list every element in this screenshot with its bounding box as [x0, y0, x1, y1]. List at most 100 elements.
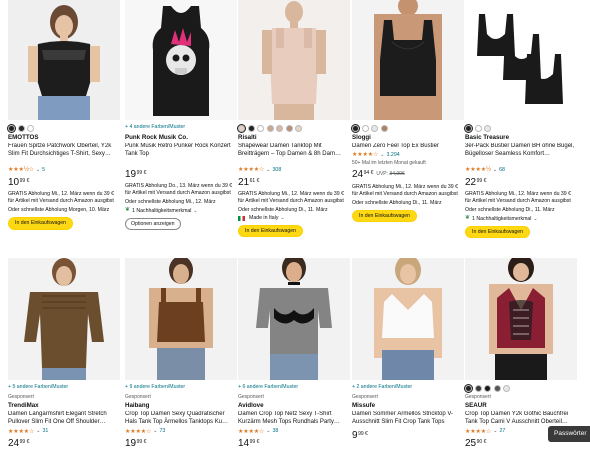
color-swatch[interactable] [463, 122, 474, 134]
rating[interactable]: ★★★★☆ ⌄ 73 [125, 428, 237, 435]
color-swatch[interactable] [350, 122, 361, 134]
sponsored-label: Gesponsert [352, 394, 378, 400]
fast-shipping-info: Oder schnellste Abholung Morgen, 10. Mär… [8, 207, 110, 214]
product-image[interactable] [352, 0, 464, 120]
color-swatch[interactable] [17, 124, 25, 132]
color-swatch[interactable] [27, 124, 34, 132]
product-image[interactable] [125, 258, 237, 380]
product-brand: Punk Rock Musik Co. [125, 134, 188, 141]
product-title[interactable]: Shapewear Damen Tanktop Mit Breitträgern… [238, 143, 350, 166]
product-card[interactable]: + 5 andere Farben/Muster Gesponsert Tren… [8, 258, 120, 451]
shipping-info: GRATIS Abholung Mi., 12. März wenn du 39… [8, 191, 115, 205]
rating-count[interactable]: 3.294 [386, 152, 399, 159]
more-colors-link[interactable]: + 9 andere Farben/Muster [125, 384, 237, 392]
product-image[interactable] [465, 258, 577, 380]
product-title[interactable]: 3er-Pack Bustier Damen BH ohne Bügel, Bü… [465, 143, 577, 166]
chevron-down-icon: ⌄ [35, 167, 41, 174]
chevron-down-icon: ⌄ [153, 428, 158, 435]
color-swatch[interactable] [493, 384, 501, 392]
product-card[interactable]: Gesponsert SEAUR Crop Top Damen Y2k Goth… [463, 258, 577, 451]
color-swatch[interactable] [257, 124, 264, 132]
color-swatch[interactable] [503, 384, 510, 392]
rating-count[interactable]: 68 [499, 167, 505, 174]
rating[interactable]: ★★★★½ ⌄ 68 [465, 166, 577, 174]
product-title[interactable]: Damen Crop Top Netz Sexy T-Shirt Kurzärm… [238, 411, 350, 427]
more-colors-link[interactable]: + 4 andere Farben/Muster [125, 124, 237, 132]
rating[interactable]: ★★★★☆ ⌄ 308 [238, 166, 350, 174]
color-swatch[interactable] [463, 382, 474, 394]
color-swatch[interactable] [361, 124, 369, 132]
rating-count[interactable]: 38 [272, 428, 278, 435]
rating-count[interactable]: 73 [159, 428, 165, 435]
product-image[interactable] [238, 0, 350, 120]
product-image[interactable] [8, 258, 120, 380]
product-title[interactable]: Frauen Spitze Patchwork Oberteil, Y2k Sl… [8, 143, 120, 166]
star-rating-icon: ★★★★☆ [8, 427, 35, 435]
product-card[interactable]: + 6 andere Farben/Muster Gesponsert Avid… [238, 258, 350, 451]
rating[interactable]: ★★★★☆ ⌄ 3.294 [352, 151, 464, 159]
product-image[interactable] [465, 0, 577, 120]
color-swatch[interactable] [276, 124, 283, 132]
sustainability-badge[interactable]: ❦ 1 Nachhaltigkeitsmerkmal ⌄ [465, 215, 577, 223]
product-card[interactable]: Basic Treasure 3er-Pack Bustier Damen BH… [463, 0, 577, 239]
color-swatch[interactable] [371, 124, 378, 132]
add-to-cart-button[interactable]: In den Einkaufswagen [238, 224, 304, 238]
product-title[interactable]: Crop Top Damen Y2k Gothic Bauchfrei Tank… [465, 411, 577, 427]
rating[interactable]: ★★★★☆ ⌄ 38 [238, 428, 350, 435]
product-title[interactable]: Crop Top Damen Sexy Quadratischer Hals T… [125, 411, 237, 427]
product-card[interactable]: + 2 andere Farben/Muster Gesponsert Miss… [352, 258, 464, 443]
color-swatch[interactable] [474, 384, 482, 392]
product-title[interactable]: Punk Musik Retro Punker Rock Konzert Tan… [125, 143, 237, 166]
product-brand: Risalti [238, 134, 257, 141]
rating[interactable]: ★★★½☆ ⌄ 5 [8, 166, 120, 174]
product-image[interactable] [8, 0, 120, 120]
star-rating-icon: ★★★★☆ [238, 427, 265, 435]
sustainability-badge[interactable]: ❦ 1 Nachhaltigkeitsmerkmal ⌄ [125, 207, 237, 215]
made-in-badge[interactable]: Made in Italy ⌄ [238, 215, 350, 222]
add-to-cart-button[interactable]: In den Einkaufswagen [8, 217, 74, 230]
product-image[interactable] [352, 258, 464, 380]
rating-count[interactable]: 31 [42, 428, 48, 435]
color-swatch[interactable] [236, 122, 247, 134]
color-swatch[interactable] [285, 124, 293, 132]
product-title[interactable]: Damen Zero Feel Top Ex Bustier [352, 143, 464, 151]
price: 9 99 € [352, 430, 368, 441]
product-image[interactable] [125, 0, 237, 120]
rating-count[interactable]: 5 [42, 167, 45, 174]
product-card[interactable]: + 4 andere Farben/Muster Punk Rock Musik… [125, 0, 237, 231]
more-colors-link[interactable]: + 2 andere Farben/Muster [352, 384, 464, 392]
product-image[interactable] [238, 258, 350, 380]
color-swatch[interactable] [247, 124, 255, 132]
product-brand: Avidlove [238, 402, 264, 410]
product-brand: TrendiMax [8, 402, 39, 410]
color-swatch[interactable] [484, 124, 491, 132]
product-title[interactable]: Damen Sommer Ärmellos Stricktop V-Aussch… [352, 411, 464, 427]
sponsored-label: Gesponsert [465, 394, 491, 400]
product-card[interactable]: + 9 andere Farben/Muster Gesponsert Haib… [125, 258, 237, 451]
chevron-down-icon: ⌄ [266, 167, 271, 174]
color-swatch[interactable] [380, 124, 388, 132]
show-options-button[interactable]: Optionen anzeigen [125, 217, 181, 231]
rating[interactable]: ★★★★☆ ⌄ 31 [8, 428, 120, 435]
chevron-down-icon: ⌄ [492, 167, 498, 174]
star-rating-icon: ★★★½☆ [8, 166, 34, 174]
product-card[interactable]: EMOTTOS Frauen Spitze Patchwork Oberteil… [6, 0, 120, 230]
color-swatch[interactable] [295, 124, 302, 132]
color-swatch[interactable] [266, 124, 274, 132]
add-to-cart-button[interactable]: In den Einkaufswagen [465, 225, 531, 239]
product-title[interactable]: Damen Langarmshirt Elegant Stretch Pullo… [8, 411, 120, 427]
fast-shipping-info: Oder schnellste Abholung Mi., 12. März [125, 199, 216, 206]
rating-count[interactable]: 308 [272, 167, 281, 174]
italy-flag-icon [238, 216, 245, 222]
color-swatches [463, 382, 577, 394]
add-to-cart-button[interactable]: In den Einkaufswagen [352, 209, 418, 223]
product-card[interactable]: Sloggi Damen Zero Feel Top Ex Bustier ★★… [350, 0, 464, 223]
color-swatch[interactable] [6, 122, 17, 134]
product-card[interactable]: Risalti Shapewear Damen Tanktop Mit Brei… [236, 0, 350, 238]
more-colors-link[interactable]: + 5 andere Farben/Muster [8, 384, 120, 392]
color-swatches [350, 122, 464, 134]
rating-count[interactable]: 27 [499, 428, 505, 435]
color-swatch[interactable] [484, 384, 491, 392]
color-swatch[interactable] [474, 124, 482, 132]
more-colors-link[interactable]: + 6 andere Farben/Muster [238, 384, 350, 392]
